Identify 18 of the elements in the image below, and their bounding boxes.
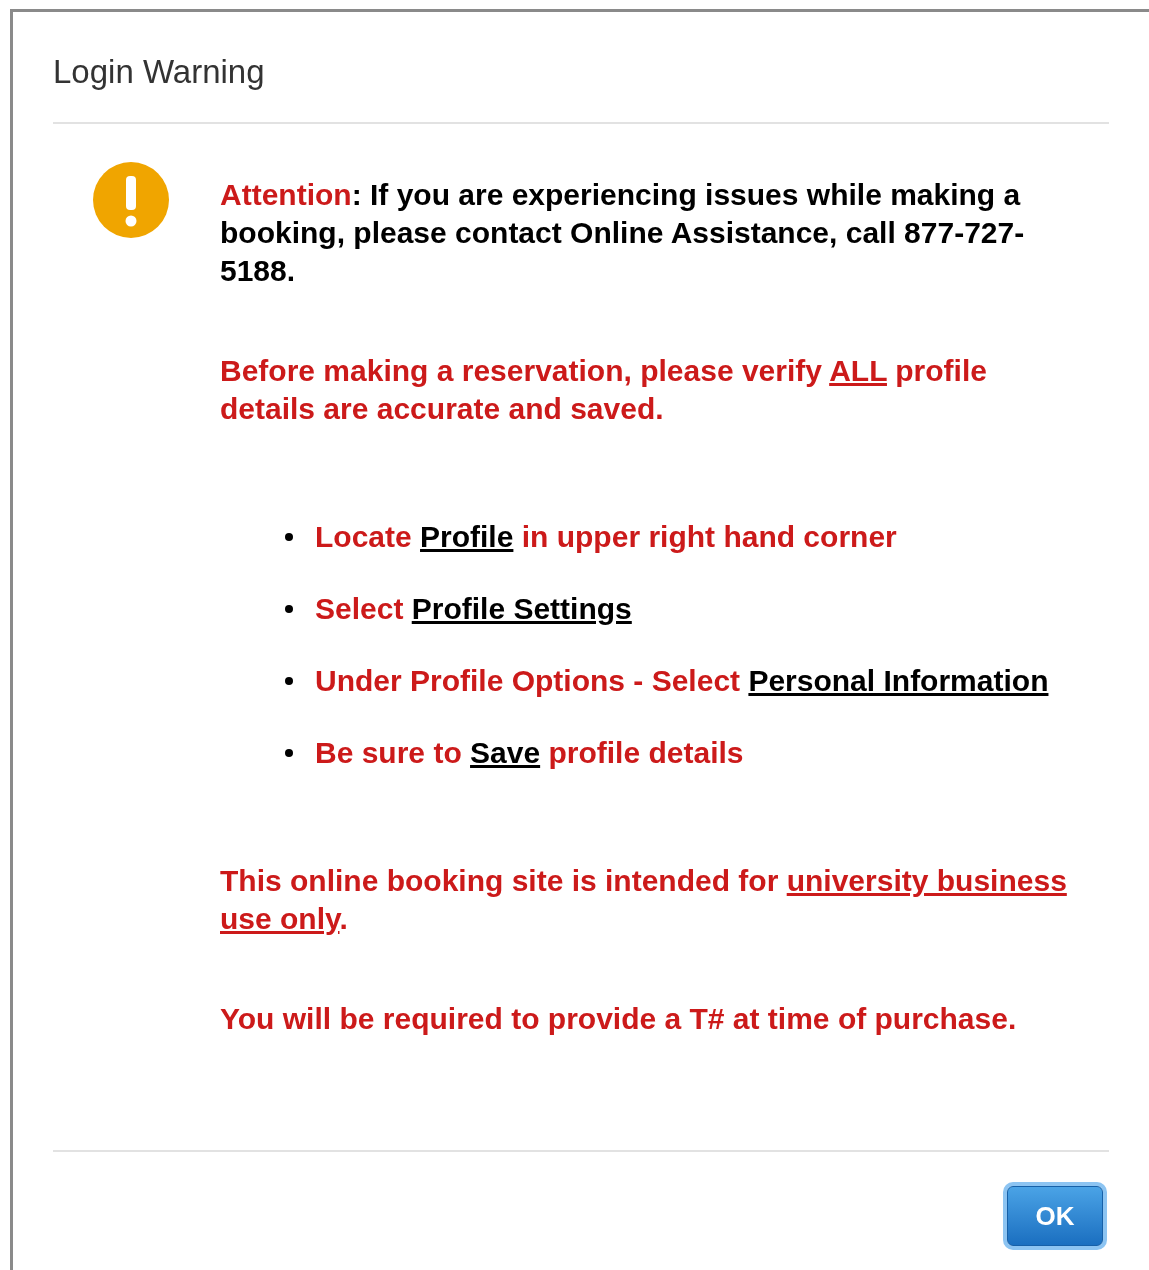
message-text: Under Profile Options - Select Personal Information [315, 663, 1049, 699]
message-text: Be sure to Save profile details [315, 735, 744, 771]
bullet-icon [285, 677, 293, 685]
message-text: Select Profile Settings [315, 591, 632, 627]
link[interactable]: Profile Settings [411, 592, 632, 625]
warning-icon [93, 162, 169, 238]
message-text: This online booking site is intended for university business use only. [220, 863, 1068, 937]
message-text: Before making a reservation, please verify ALL profile details are accurate and saved. [220, 353, 988, 427]
dialog-title: Login Warning [53, 52, 266, 92]
link[interactable]: Save [470, 736, 541, 769]
message-text: Locate Profile in upper right hand corner [315, 519, 897, 555]
link[interactable]: Personal Information [748, 664, 1049, 697]
message-text: You will be required to provide a T# at time of purchase. [220, 1001, 1018, 1037]
bullet-icon [285, 533, 293, 541]
bullet-icon [285, 605, 293, 613]
bullet-icon [285, 749, 293, 757]
link[interactable]: Profile [420, 520, 514, 553]
message-text: Attention: If you are experiencing issues while making a booking, please contact Online Assistance, call 877-727-5188. [220, 177, 1026, 289]
